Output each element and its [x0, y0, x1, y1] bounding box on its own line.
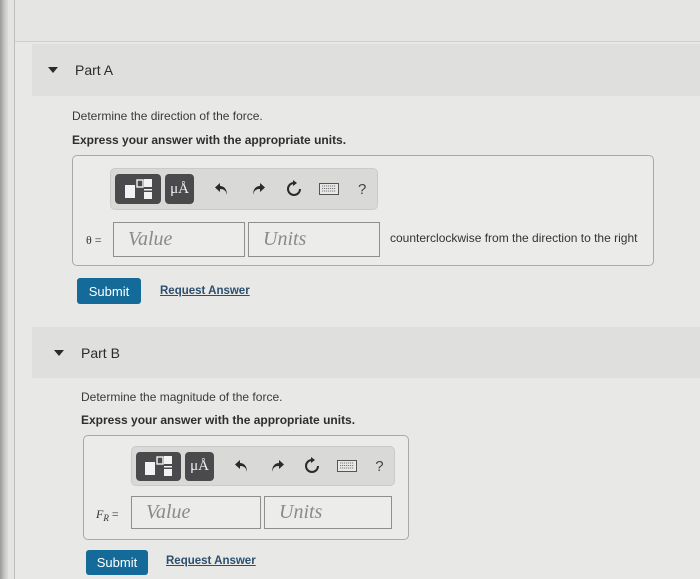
part-a-toolbar: μÅ ? — [110, 168, 378, 210]
part-b-value-input[interactable]: Value — [131, 496, 261, 529]
part-a-suffix-text: counterclockwise from the direction to t… — [390, 231, 638, 245]
templates-icon — [124, 179, 152, 199]
keyboard-icon — [319, 183, 340, 195]
units-button[interactable]: μÅ — [164, 174, 195, 204]
reset-button[interactable] — [294, 457, 329, 475]
window-edge — [0, 0, 8, 579]
part-b-units-input[interactable]: Units — [264, 496, 392, 529]
top-strip — [15, 0, 700, 42]
part-a-instruction: Express your answer with the appropriate… — [72, 133, 347, 147]
part-b-question: Determine the magnitude of the force. — [81, 390, 283, 404]
fr-equals: = — [108, 507, 119, 521]
part-b-submit-button[interactable]: Submit — [86, 550, 148, 575]
part-a-header[interactable]: Part A — [32, 44, 700, 96]
templates-button[interactable] — [136, 451, 181, 481]
part-b-instruction: Express your answer with the appropriate… — [81, 413, 356, 427]
part-b-toolbar: μÅ ? — [131, 446, 395, 486]
part-a-value-input[interactable]: Value — [113, 222, 245, 257]
part-a-request-answer-link[interactable]: Request Answer — [160, 285, 250, 297]
redo-button[interactable] — [259, 459, 294, 473]
redo-icon — [252, 183, 265, 195]
keyboard-icon — [337, 460, 358, 472]
undo-button[interactable] — [224, 459, 259, 473]
fr-label: FR = — [96, 507, 119, 524]
undo-button[interactable] — [204, 182, 240, 196]
collapse-caret-icon[interactable] — [54, 349, 64, 356]
reset-button[interactable] — [276, 180, 312, 198]
part-a-title: Part A — [75, 62, 114, 78]
part-b-header[interactable]: Part B — [32, 327, 700, 378]
help-button[interactable]: ? — [347, 181, 377, 198]
part-b-title: Part B — [81, 344, 120, 361]
templates-icon — [145, 456, 173, 476]
redo-button[interactable] — [240, 182, 276, 196]
keyboard-button[interactable] — [312, 183, 348, 195]
undo-icon — [234, 460, 247, 472]
undo-icon — [215, 183, 228, 195]
reset-icon — [305, 457, 320, 473]
templates-button[interactable] — [115, 174, 161, 204]
part-b-request-answer-link[interactable]: Request Answer — [166, 555, 256, 567]
page-border — [14, 0, 15, 579]
keyboard-button[interactable] — [330, 460, 365, 472]
theta-label: θ = — [86, 233, 102, 247]
reset-icon — [286, 180, 301, 196]
collapse-caret-icon[interactable] — [48, 67, 58, 73]
help-button[interactable]: ? — [365, 458, 394, 475]
redo-icon — [271, 460, 284, 472]
units-button[interactable]: μÅ — [184, 451, 215, 481]
part-a-question: Determine the direction of the force. — [72, 109, 263, 123]
part-a-units-input[interactable]: Units — [248, 222, 380, 257]
part-a-submit-button[interactable]: Submit — [77, 278, 141, 304]
